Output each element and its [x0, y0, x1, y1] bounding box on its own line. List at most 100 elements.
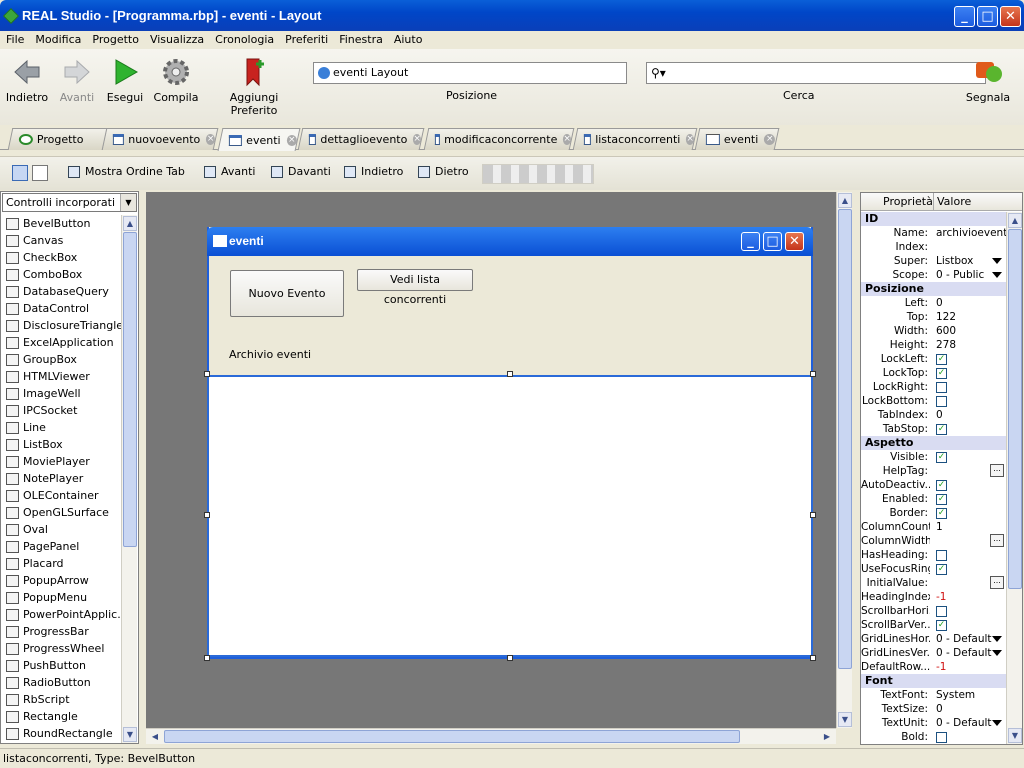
property-row[interactable]: HelpTag:...: [861, 464, 1006, 478]
close-tab-icon[interactable]: ×: [286, 134, 297, 146]
control-item[interactable]: OLEContainer: [2, 487, 121, 504]
checked-checkbox[interactable]: ✓: [936, 619, 947, 631]
property-value[interactable]: 0 - Default: [930, 646, 1006, 660]
property-row[interactable]: LockRight:: [861, 380, 1006, 394]
menu-file[interactable]: File: [0, 31, 29, 46]
menu-help[interactable]: Aiuto: [388, 31, 428, 46]
control-item[interactable]: Line: [2, 419, 121, 436]
property-value[interactable]: ✓: [930, 478, 1006, 492]
property-row[interactable]: UseFocusRing: ✓: [861, 562, 1006, 576]
resize-handle[interactable]: [810, 371, 816, 377]
property-row[interactable]: TextSize: 0: [861, 702, 1006, 716]
checked-checkbox[interactable]: ✓: [936, 507, 947, 519]
send-to-back-button[interactable]: Dietro: [418, 165, 469, 178]
tab-listaconcorrenti[interactable]: listaconcorrenti ×: [572, 128, 698, 150]
ellipsis-button[interactable]: ...: [990, 534, 1004, 547]
report-button[interactable]: Segnala: [965, 53, 1011, 104]
checked-checkbox[interactable]: ✓: [936, 353, 947, 365]
menu-edit[interactable]: Modifica: [29, 31, 86, 46]
control-item[interactable]: IPCSocket: [2, 402, 121, 419]
property-row[interactable]: TabIndex: 0: [861, 408, 1006, 422]
control-item[interactable]: NotePlayer: [2, 470, 121, 487]
close-tab-icon[interactable]: ×: [413, 134, 421, 145]
property-section-header[interactable]: ID: [861, 212, 1006, 226]
ellipsis-button[interactable]: ...: [990, 576, 1004, 589]
control-item[interactable]: PopupArrow: [2, 572, 121, 589]
property-value[interactable]: System: [930, 688, 1006, 702]
code-view-icon[interactable]: [32, 165, 48, 181]
property-section-header[interactable]: Posizione: [861, 282, 1006, 296]
tab-dettaglioevento[interactable]: dettaglioevento ×: [297, 128, 425, 150]
property-value[interactable]: [930, 548, 1006, 562]
control-item[interactable]: PushButton: [2, 657, 121, 674]
tab-nuovoevento[interactable]: nuovoevento ×: [101, 128, 219, 150]
checked-checkbox[interactable]: ✓: [936, 479, 947, 491]
close-tab-icon[interactable]: ×: [686, 134, 694, 145]
checked-checkbox[interactable]: ✓: [936, 493, 947, 505]
property-row[interactable]: LockTop: ✓: [861, 366, 1006, 380]
property-value[interactable]: ✓: [930, 352, 1006, 366]
property-value[interactable]: [930, 730, 1006, 744]
back-button[interactable]: Indietro: [2, 53, 52, 104]
property-value[interactable]: ✓: [930, 618, 1006, 632]
checked-checkbox[interactable]: ✓: [936, 367, 947, 379]
ellipsis-button[interactable]: ...: [990, 464, 1004, 477]
maximize-button[interactable]: □: [977, 6, 998, 27]
tab-eventi[interactable]: eventi ×: [217, 128, 301, 151]
property-row[interactable]: Visible: ✓: [861, 450, 1006, 464]
close-button[interactable]: ✕: [1000, 6, 1021, 27]
scroll-down-icon[interactable]: ▼: [123, 727, 137, 742]
location-field[interactable]: eventi Layout: [313, 62, 627, 84]
property-row[interactable]: ColumnWidths:...: [861, 534, 1006, 548]
tab-project[interactable]: Progetto: [7, 128, 109, 150]
scroll-thumb[interactable]: [1008, 229, 1022, 589]
resize-handle[interactable]: [204, 371, 210, 377]
control-item[interactable]: HTMLViewer: [2, 368, 121, 385]
resize-handle[interactable]: [810, 655, 816, 661]
dropdown-arrow-icon[interactable]: [992, 720, 1002, 726]
unchecked-checkbox[interactable]: [936, 731, 947, 743]
control-item[interactable]: DatabaseQuery: [2, 283, 121, 300]
unchecked-checkbox[interactable]: [936, 395, 947, 407]
dropdown-arrow-icon[interactable]: [992, 636, 1002, 642]
resize-handle[interactable]: [204, 655, 210, 661]
property-value[interactable]: 0 - Default: [930, 716, 1006, 730]
property-row[interactable]: GridLinesVer... 0 - Default: [861, 646, 1006, 660]
property-value[interactable]: ...: [930, 464, 1006, 478]
dropdown-arrow-icon[interactable]: [992, 650, 1002, 656]
property-row[interactable]: Width: 600: [861, 324, 1006, 338]
property-row[interactable]: Border: ✓: [861, 506, 1006, 520]
control-item[interactable]: ProgressBar: [2, 623, 121, 640]
close-tab-icon[interactable]: ×: [563, 134, 571, 145]
menu-history[interactable]: Cronologia: [209, 31, 279, 46]
control-item[interactable]: DisclosureTriangle: [2, 317, 121, 334]
property-section-header[interactable]: Aspetto: [861, 436, 1006, 450]
run-button[interactable]: Esegui: [104, 53, 146, 104]
property-row[interactable]: InitialValue:...: [861, 576, 1006, 590]
minimize-button[interactable]: _: [954, 6, 975, 27]
property-row[interactable]: TextUnit: 0 - Default: [861, 716, 1006, 730]
property-value[interactable]: ✓: [930, 422, 1006, 436]
events-listbox[interactable]: [207, 375, 813, 657]
scroll-up-icon[interactable]: ▲: [838, 193, 852, 208]
control-item[interactable]: RbScript: [2, 691, 121, 708]
property-value[interactable]: [930, 394, 1006, 408]
add-bookmark-button[interactable]: Aggiungi Preferito: [208, 53, 300, 117]
property-value[interactable]: 278: [930, 338, 1006, 352]
scroll-thumb[interactable]: [123, 232, 137, 547]
property-section-header[interactable]: Font: [861, 674, 1006, 688]
unchecked-checkbox[interactable]: [936, 605, 947, 617]
property-value[interactable]: 1: [930, 520, 1006, 534]
canvas-vscroll[interactable]: ▲ ▼: [836, 192, 852, 728]
scroll-up-icon[interactable]: ▲: [123, 216, 137, 231]
control-item[interactable]: Oval: [2, 521, 121, 538]
close-tab-icon[interactable]: ×: [206, 134, 215, 145]
control-item[interactable]: ListBox: [2, 436, 121, 453]
property-value[interactable]: -1: [930, 660, 1006, 674]
resize-handle[interactable]: [507, 371, 513, 377]
property-row[interactable]: LockLeft: ✓: [861, 352, 1006, 366]
tab-eventi-code[interactable]: eventi ×: [694, 128, 780, 150]
dropdown-arrow-icon[interactable]: [992, 272, 1002, 278]
property-value[interactable]: 122: [930, 310, 1006, 324]
control-item[interactable]: OpenGLSurface: [2, 504, 121, 521]
